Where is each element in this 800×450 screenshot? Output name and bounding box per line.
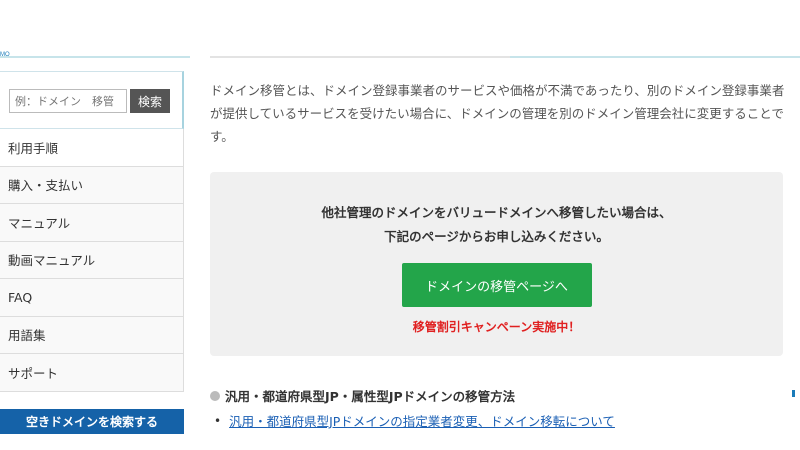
link-list-item: • 汎用・都道府県型JPドメインの指定業者変更、ドメイン移転について: [214, 411, 615, 430]
sidebar: 検索 利用手順 購入・支払い マニュアル 動画マニュアル FAQ 用語集 サポー…: [0, 71, 184, 392]
edge-marker: [792, 390, 795, 397]
sidebar-item-video-manual[interactable]: 動画マニュアル: [0, 241, 183, 279]
sidebar-item-manual[interactable]: マニュアル: [0, 204, 183, 242]
section-heading: 汎用・都道府県型JP・属性型JPドメインの移管方法: [210, 386, 515, 405]
sidebar-item-usage-steps[interactable]: 利用手順: [0, 129, 183, 167]
search-panel: 検索: [0, 71, 184, 129]
bullet-dot-icon: •: [214, 413, 222, 428]
sidebar-item-support[interactable]: サポート: [0, 354, 183, 392]
search-input[interactable]: [9, 89, 127, 113]
search-available-domain-button[interactable]: 空きドメインを検索する: [0, 409, 184, 434]
sidebar-item-glossary[interactable]: 用語集: [0, 316, 183, 354]
intro-paragraph: ドメイン移管とは、ドメイン登録事業者のサービスや価格が不満であったり、別のドメイ…: [210, 83, 785, 144]
transfer-page-button[interactable]: ドメインの移管ページへ: [401, 263, 592, 307]
header-divider-right: [510, 56, 800, 58]
sidebar-item-purchase-payment[interactable]: 購入・支払い: [0, 166, 183, 204]
section-heading-text: 汎用・都道府県型JP・属性型JPドメインの移管方法: [225, 389, 516, 404]
transfer-info-line-2: 下記のページからお申し込みください。: [384, 229, 609, 244]
sidebar-menu: 利用手順 購入・支払い マニュアル 動画マニュアル FAQ 用語集 サポート: [0, 129, 184, 392]
transfer-info-box: 他社管理のドメインをバリュードメインへ移管したい場合は、 下記のページからお申し…: [210, 172, 783, 356]
sidebar-item-faq[interactable]: FAQ: [0, 279, 183, 317]
campaign-notice: 移管割引キャンペーン実施中！: [412, 320, 581, 334]
jp-domain-transfer-link[interactable]: 汎用・都道府県型JPドメインの指定業者変更、ドメイン移転について: [229, 411, 615, 430]
transfer-info-line-1: 他社管理のドメインをバリュードメインへ移管したい場合は、: [321, 205, 672, 220]
header: MO: [0, 0, 800, 60]
transfer-info-text: 他社管理のドメインをバリュードメインへ移管したい場合は、 下記のページからお申し…: [210, 201, 783, 249]
search-button[interactable]: 検索: [130, 89, 170, 113]
circle-bullet-icon: [210, 390, 220, 401]
header-divider-left: [0, 56, 190, 58]
header-divider-middle: [210, 56, 510, 58]
